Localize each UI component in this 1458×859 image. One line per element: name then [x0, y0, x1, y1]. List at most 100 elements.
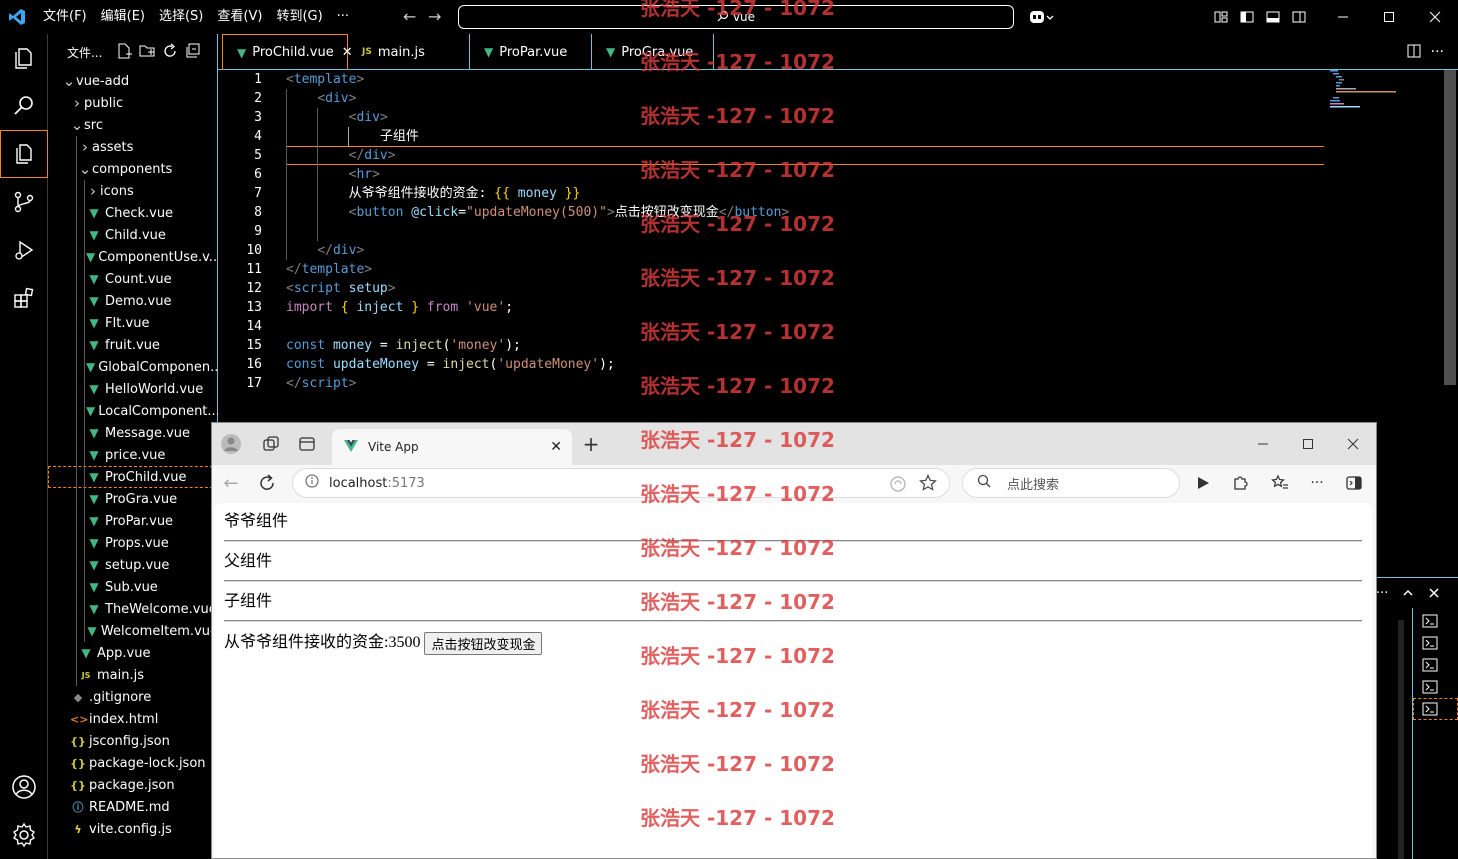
menu-item[interactable]: 查看(V) [210, 0, 269, 34]
run-debug-icon[interactable] [0, 226, 48, 274]
collapse-all-icon[interactable] [185, 43, 201, 62]
tree-item[interactable]: ▼ HelloWorld.vue [48, 378, 218, 400]
new-folder-icon[interactable] [139, 43, 155, 62]
browser-refresh-icon[interactable] [256, 472, 278, 494]
browser-close-icon[interactable] [1342, 433, 1364, 455]
tree-item[interactable]: {} package-lock.json [48, 752, 218, 774]
extensions-puzzle-icon[interactable] [1229, 472, 1251, 494]
browser-tab[interactable]: Vite App ✕ [332, 429, 572, 465]
tree-item[interactable]: ⌄ src [48, 114, 218, 136]
browser-maximize-icon[interactable] [1297, 433, 1319, 455]
editor-tab[interactable]: JS main.js [348, 34, 470, 70]
settings-gear-icon[interactable] [0, 811, 48, 859]
tree-item[interactable]: <> index.html [48, 708, 218, 730]
site-info-icon[interactable] [305, 474, 319, 492]
toggle-sidebar-icon[interactable] [1234, 0, 1260, 34]
tree-item[interactable]: ⓘ README.md [48, 796, 218, 818]
close-icon[interactable] [1412, 0, 1458, 34]
new-tab-icon[interactable]: + [580, 432, 602, 456]
terminal-instance-icon[interactable] [1413, 610, 1458, 632]
tree-item[interactable]: ▼ fruit.vue [48, 334, 218, 356]
minimize-icon[interactable] [1320, 0, 1366, 34]
more-actions-icon[interactable]: ··· [1431, 44, 1444, 60]
tree-item[interactable]: {} package.json [48, 774, 218, 796]
accounts-icon[interactable] [0, 763, 48, 811]
browser-back-icon[interactable]: ← [220, 472, 242, 494]
play-icon[interactable] [1192, 472, 1214, 494]
tree-item[interactable]: › public [48, 92, 218, 114]
terminal-instance-active-icon[interactable] [1413, 698, 1458, 720]
browser-minimize-icon[interactable] [1252, 433, 1274, 455]
terminal-scrollbar[interactable] [1398, 620, 1404, 859]
explorer-icon[interactable] [0, 34, 48, 82]
minimap[interactable] [1330, 70, 1410, 110]
editor-scrollbar[interactable] [1444, 70, 1456, 385]
favorites-icon[interactable] [1269, 472, 1291, 494]
tree-item[interactable]: ▼ FIt.vue [48, 312, 218, 334]
tree-item[interactable]: ▼ setup.vue [48, 554, 218, 576]
copilot-icon[interactable] [1028, 8, 1054, 30]
tree-item[interactable]: ▼ ProPar.vue [48, 510, 218, 532]
tree-item[interactable]: ▼ Sub.vue [48, 576, 218, 598]
menu-item[interactable]: 选择(S) [152, 0, 210, 34]
sidebar-toggle-icon[interactable] [1343, 472, 1365, 494]
back-arrow-icon[interactable]: ← [403, 7, 416, 26]
explorer-active-icon[interactable] [0, 130, 48, 178]
toggle-panel-icon[interactable] [1260, 0, 1286, 34]
close-tab-icon[interactable]: ✕ [550, 439, 562, 455]
menu-item[interactable]: 转到(G) [269, 0, 329, 34]
read-aloud-icon[interactable] [889, 475, 907, 497]
terminal-instance-icon[interactable] [1413, 632, 1458, 654]
tree-item[interactable]: ▼ Props.vue [48, 532, 218, 554]
tree-item[interactable]: ▼ Child.vue [48, 224, 218, 246]
tab-actions-icon[interactable] [296, 433, 318, 455]
favorite-star-icon[interactable] [919, 474, 937, 496]
menu-item[interactable]: ··· [330, 0, 356, 34]
forward-arrow-icon[interactable]: → [428, 7, 441, 26]
tree-item[interactable]: ⌄ components [48, 158, 218, 180]
tree-item[interactable]: ▼ WelcomeItem.vue [48, 620, 218, 642]
tree-item[interactable]: ▼ ProGra.vue [48, 488, 218, 510]
tree-item[interactable]: ▼ Count.vue [48, 268, 218, 290]
terminal-more-icon[interactable]: ··· [1376, 586, 1388, 601]
tree-item[interactable]: › icons [48, 180, 218, 202]
terminal-instance-icon[interactable] [1413, 654, 1458, 676]
close-panel-icon[interactable] [1428, 584, 1440, 603]
tree-item[interactable]: ▼ Demo.vue [48, 290, 218, 312]
tree-item[interactable]: JS main.js [48, 664, 218, 686]
tree-item[interactable]: ▼ TheWelcome.vue [48, 598, 218, 620]
browser-menu-icon[interactable]: ··· [1306, 472, 1328, 494]
tree-item[interactable]: ▼ Check.vue [48, 202, 218, 224]
new-file-icon[interactable] [116, 43, 133, 62]
profile-avatar-icon[interactable] [220, 433, 242, 455]
extensions-icon[interactable] [0, 274, 48, 322]
tree-item[interactable]: ◆ .gitignore [48, 686, 218, 708]
tree-item[interactable]: ▼ GlobalComponen... [48, 356, 218, 378]
source-control-icon[interactable] [0, 178, 48, 226]
toggle-secondary-sidebar-icon[interactable] [1286, 0, 1312, 34]
maximize-panel-icon[interactable] [1402, 584, 1414, 603]
editor-tab[interactable]: ▼ ProChild.vue ✕ [222, 34, 353, 70]
maximize-icon[interactable] [1366, 0, 1412, 34]
split-editor-icon[interactable] [1407, 43, 1421, 62]
menu-item[interactable]: 编辑(E) [94, 0, 152, 34]
editor-tab[interactable]: ▼ ProPar.vue [470, 34, 592, 70]
tree-item[interactable]: ▼ App.vue [48, 642, 218, 664]
workspaces-icon[interactable] [260, 433, 282, 455]
tree-item[interactable]: ▼ ProChild.vue [48, 466, 218, 488]
customize-layout-icon[interactable] [1208, 0, 1234, 34]
change-money-button[interactable]: 点击按钮改变现金 [424, 632, 543, 655]
tree-item[interactable]: ⌄ vue-add [48, 70, 218, 92]
terminal-instance-icon[interactable] [1413, 676, 1458, 698]
tree-item[interactable]: › assets [48, 136, 218, 158]
menu-item[interactable]: 文件(F) [36, 0, 94, 34]
tree-item[interactable]: ▼ price.vue [48, 444, 218, 466]
search-view-icon[interactable] [0, 82, 48, 130]
tree-item[interactable]: ▼ Message.vue [48, 422, 218, 444]
tree-item[interactable]: ▼ LocalComponent... [48, 400, 218, 422]
refresh-icon[interactable] [162, 43, 178, 62]
address-bar[interactable]: localhost:5173 [292, 468, 950, 498]
tree-item[interactable]: ϟ vite.config.js [48, 818, 218, 840]
tree-item[interactable]: {} jsconfig.json [48, 730, 218, 752]
tree-item[interactable]: ▼ ComponentUse.v... [48, 246, 218, 268]
